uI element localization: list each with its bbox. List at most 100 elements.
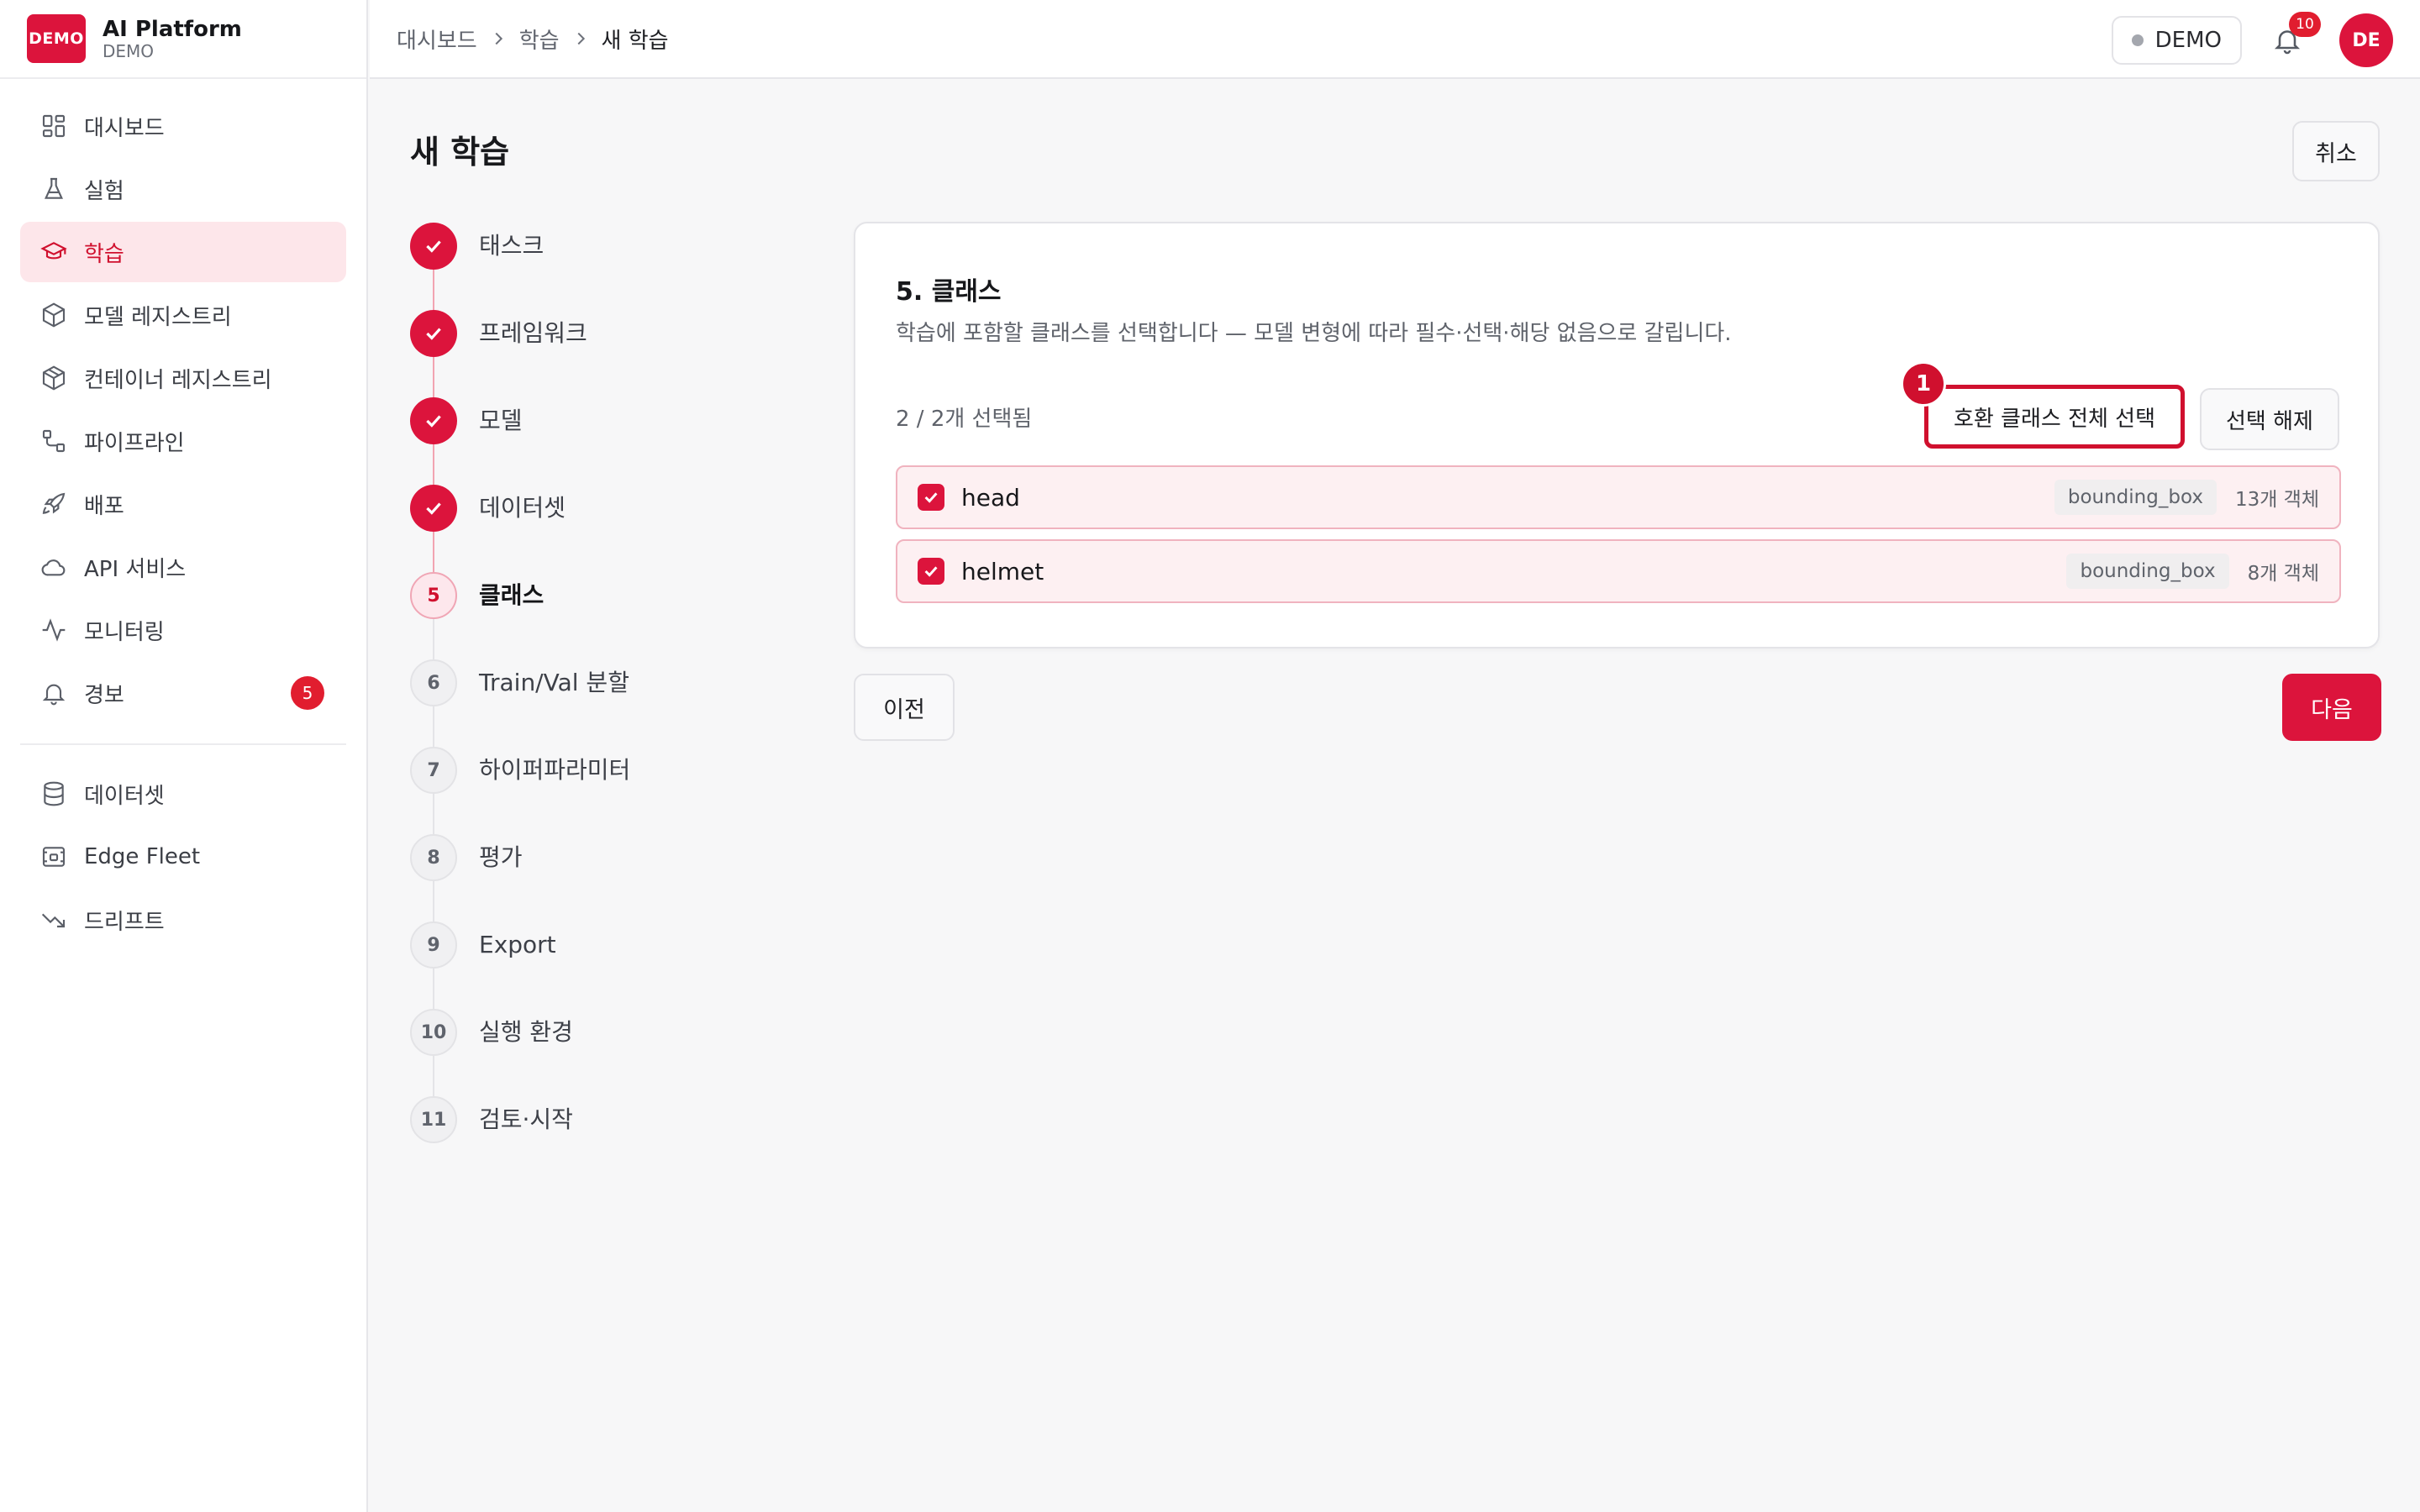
database-icon (40, 780, 67, 807)
sidebar-item-datasets[interactable]: 데이터셋 (20, 764, 346, 824)
sidebar-item-label: 배포 (84, 493, 124, 519)
sidebar-item-label: 컨테이너 레지스트리 (84, 367, 272, 393)
step-number: 11 (410, 1096, 457, 1143)
object-count: 8개 객체 (2247, 563, 2319, 585)
pipeline-icon (40, 428, 67, 454)
step-label: 하이퍼파라미터 (479, 756, 631, 784)
class-row-head[interactable]: head bounding_box 13개 객체 (896, 465, 2341, 529)
step-connector (433, 619, 434, 659)
sidebar-item-monitoring[interactable]: 모니터링 (20, 600, 346, 660)
activity-icon (40, 617, 67, 643)
sidebar-item-label: 실험 (84, 178, 124, 204)
step-callout-marker: 1 (1901, 361, 1946, 407)
step-classes[interactable]: 5 클래스 (410, 572, 630, 659)
bell-icon (40, 680, 67, 706)
sidebar-item-alerts[interactable]: 경보 5 (20, 663, 346, 723)
step-evaluation[interactable]: 8 평가 (410, 834, 630, 921)
object-count: 13개 객체 (2234, 489, 2319, 511)
step-connector (433, 881, 434, 921)
notifications-button[interactable]: 10 (2272, 12, 2321, 57)
step-export[interactable]: 9 Export (410, 921, 630, 1009)
sidebar-item-label: 파이프라인 (84, 430, 185, 456)
chevron-right-icon (489, 29, 508, 48)
step-number: 8 (410, 834, 457, 881)
status-dot (2131, 34, 2144, 46)
step-number: 5 (410, 572, 457, 619)
sidebar-item-label: 모니터링 (84, 619, 165, 645)
step-connector (433, 357, 434, 397)
step-framework[interactable]: 프레임워크 (410, 310, 630, 397)
step-runtime-environment[interactable]: 10 실행 환경 (410, 1009, 630, 1096)
step-train-val-split[interactable]: 6 Train/Val 분할 (410, 659, 630, 747)
brand[interactable]: DEMO AI Platform DEMO (0, 0, 366, 79)
sidebar-item-container-registry[interactable]: 컨테이너 레지스트리 (20, 348, 346, 408)
selection-count: 2 / 2개 선택됨 (896, 407, 1033, 432)
breadcrumb-current: 새 학습 (601, 28, 669, 54)
step-connector (433, 444, 434, 485)
annotation-type-tag: bounding_box (2054, 480, 2217, 515)
step-task[interactable]: 태스크 (410, 223, 630, 310)
notification-count-badge: 10 (2289, 12, 2321, 37)
alerts-count-badge: 5 (291, 676, 324, 710)
brand-subtitle: DEMO (103, 41, 155, 61)
section-title: 5. 클래스 (896, 277, 1002, 307)
user-avatar[interactable]: DE (2339, 13, 2393, 67)
deselect-button[interactable]: 선택 해제 (2200, 388, 2339, 450)
step-dataset[interactable]: 데이터셋 (410, 485, 630, 572)
breadcrumb: 대시보드 학습 새 학습 (397, 24, 669, 55)
step-check-icon (410, 485, 457, 532)
classes-card: 5. 클래스 학습에 포함할 클래스를 선택합니다 — 모델 변형에 따라 필수… (854, 222, 2380, 648)
flask-icon (40, 176, 67, 202)
sidebar: DEMO AI Platform DEMO 대시보드 실험 학습 모델 레지스트… (0, 0, 368, 1512)
sidebar-item-api-service[interactable]: API 서비스 (20, 537, 346, 597)
step-connector (433, 794, 434, 834)
class-name: head (961, 483, 1020, 512)
sidebar-item-edge-fleet[interactable]: Edge Fleet (20, 827, 346, 887)
sidebar-item-model-registry[interactable]: 모델 레지스트리 (20, 285, 346, 345)
annotation-type-tag: bounding_box (2066, 554, 2229, 589)
sidebar-item-dashboard[interactable]: 대시보드 (20, 96, 346, 156)
environment-label: DEMO (2154, 28, 2222, 53)
sidebar-item-label: 드리프트 (84, 909, 165, 935)
environment-selector[interactable]: DEMO (2111, 16, 2242, 65)
brand-title: AI Platform (103, 17, 242, 42)
cancel-button[interactable]: 취소 (2292, 121, 2380, 181)
select-all-compatible-button[interactable]: 호환 클래스 전체 선택 (1924, 385, 2185, 449)
sidebar-item-label: API 서비스 (84, 556, 187, 582)
sidebar-item-training[interactable]: 학습 (20, 222, 346, 282)
checkbox-checked-icon[interactable] (918, 484, 944, 511)
chevron-right-icon (571, 29, 590, 48)
sidebar-item-experiments[interactable]: 실험 (20, 159, 346, 219)
top-header: 대시보드 학습 새 학습 DEMO 10 DE (370, 0, 2420, 79)
package-icon (40, 365, 67, 391)
step-label: 평가 (479, 843, 523, 871)
step-connector (433, 969, 434, 1009)
step-number: 9 (410, 921, 457, 969)
step-hyperparameters[interactable]: 7 하이퍼파라미터 (410, 747, 630, 834)
brand-logo: DEMO (27, 14, 86, 63)
sidebar-item-drift[interactable]: 드리프트 (20, 890, 346, 950)
sidebar-item-deploy[interactable]: 배포 (20, 474, 346, 534)
step-review-start[interactable]: 11 검토·시작 (410, 1096, 630, 1184)
step-connector (433, 532, 434, 572)
breadcrumb-training[interactable]: 학습 (519, 24, 560, 55)
previous-button[interactable]: 이전 (854, 674, 955, 741)
class-row-helmet[interactable]: helmet bounding_box 8개 객체 (896, 539, 2341, 603)
step-check-icon (410, 310, 457, 357)
checkbox-checked-icon[interactable] (918, 558, 944, 585)
step-label: 모델 (479, 407, 523, 434)
sidebar-divider (20, 743, 346, 745)
step-connector (433, 270, 434, 310)
dashboard-icon (40, 113, 67, 139)
step-connector (433, 706, 434, 747)
step-label: 데이터셋 (479, 494, 566, 522)
step-label: Train/Val 분할 (479, 669, 629, 696)
class-name: helmet (961, 557, 1044, 585)
wizard-stepper: 태스크 프레임워크 모델 데이터셋 5 클래스 6 Train/Val 분할 7… (410, 223, 630, 1184)
step-number: 7 (410, 747, 457, 794)
next-button[interactable]: 다음 (2282, 674, 2381, 741)
sidebar-item-pipeline[interactable]: 파이프라인 (20, 411, 346, 471)
step-model[interactable]: 모델 (410, 397, 630, 485)
step-check-icon (410, 397, 457, 444)
breadcrumb-dashboard[interactable]: 대시보드 (397, 24, 477, 55)
